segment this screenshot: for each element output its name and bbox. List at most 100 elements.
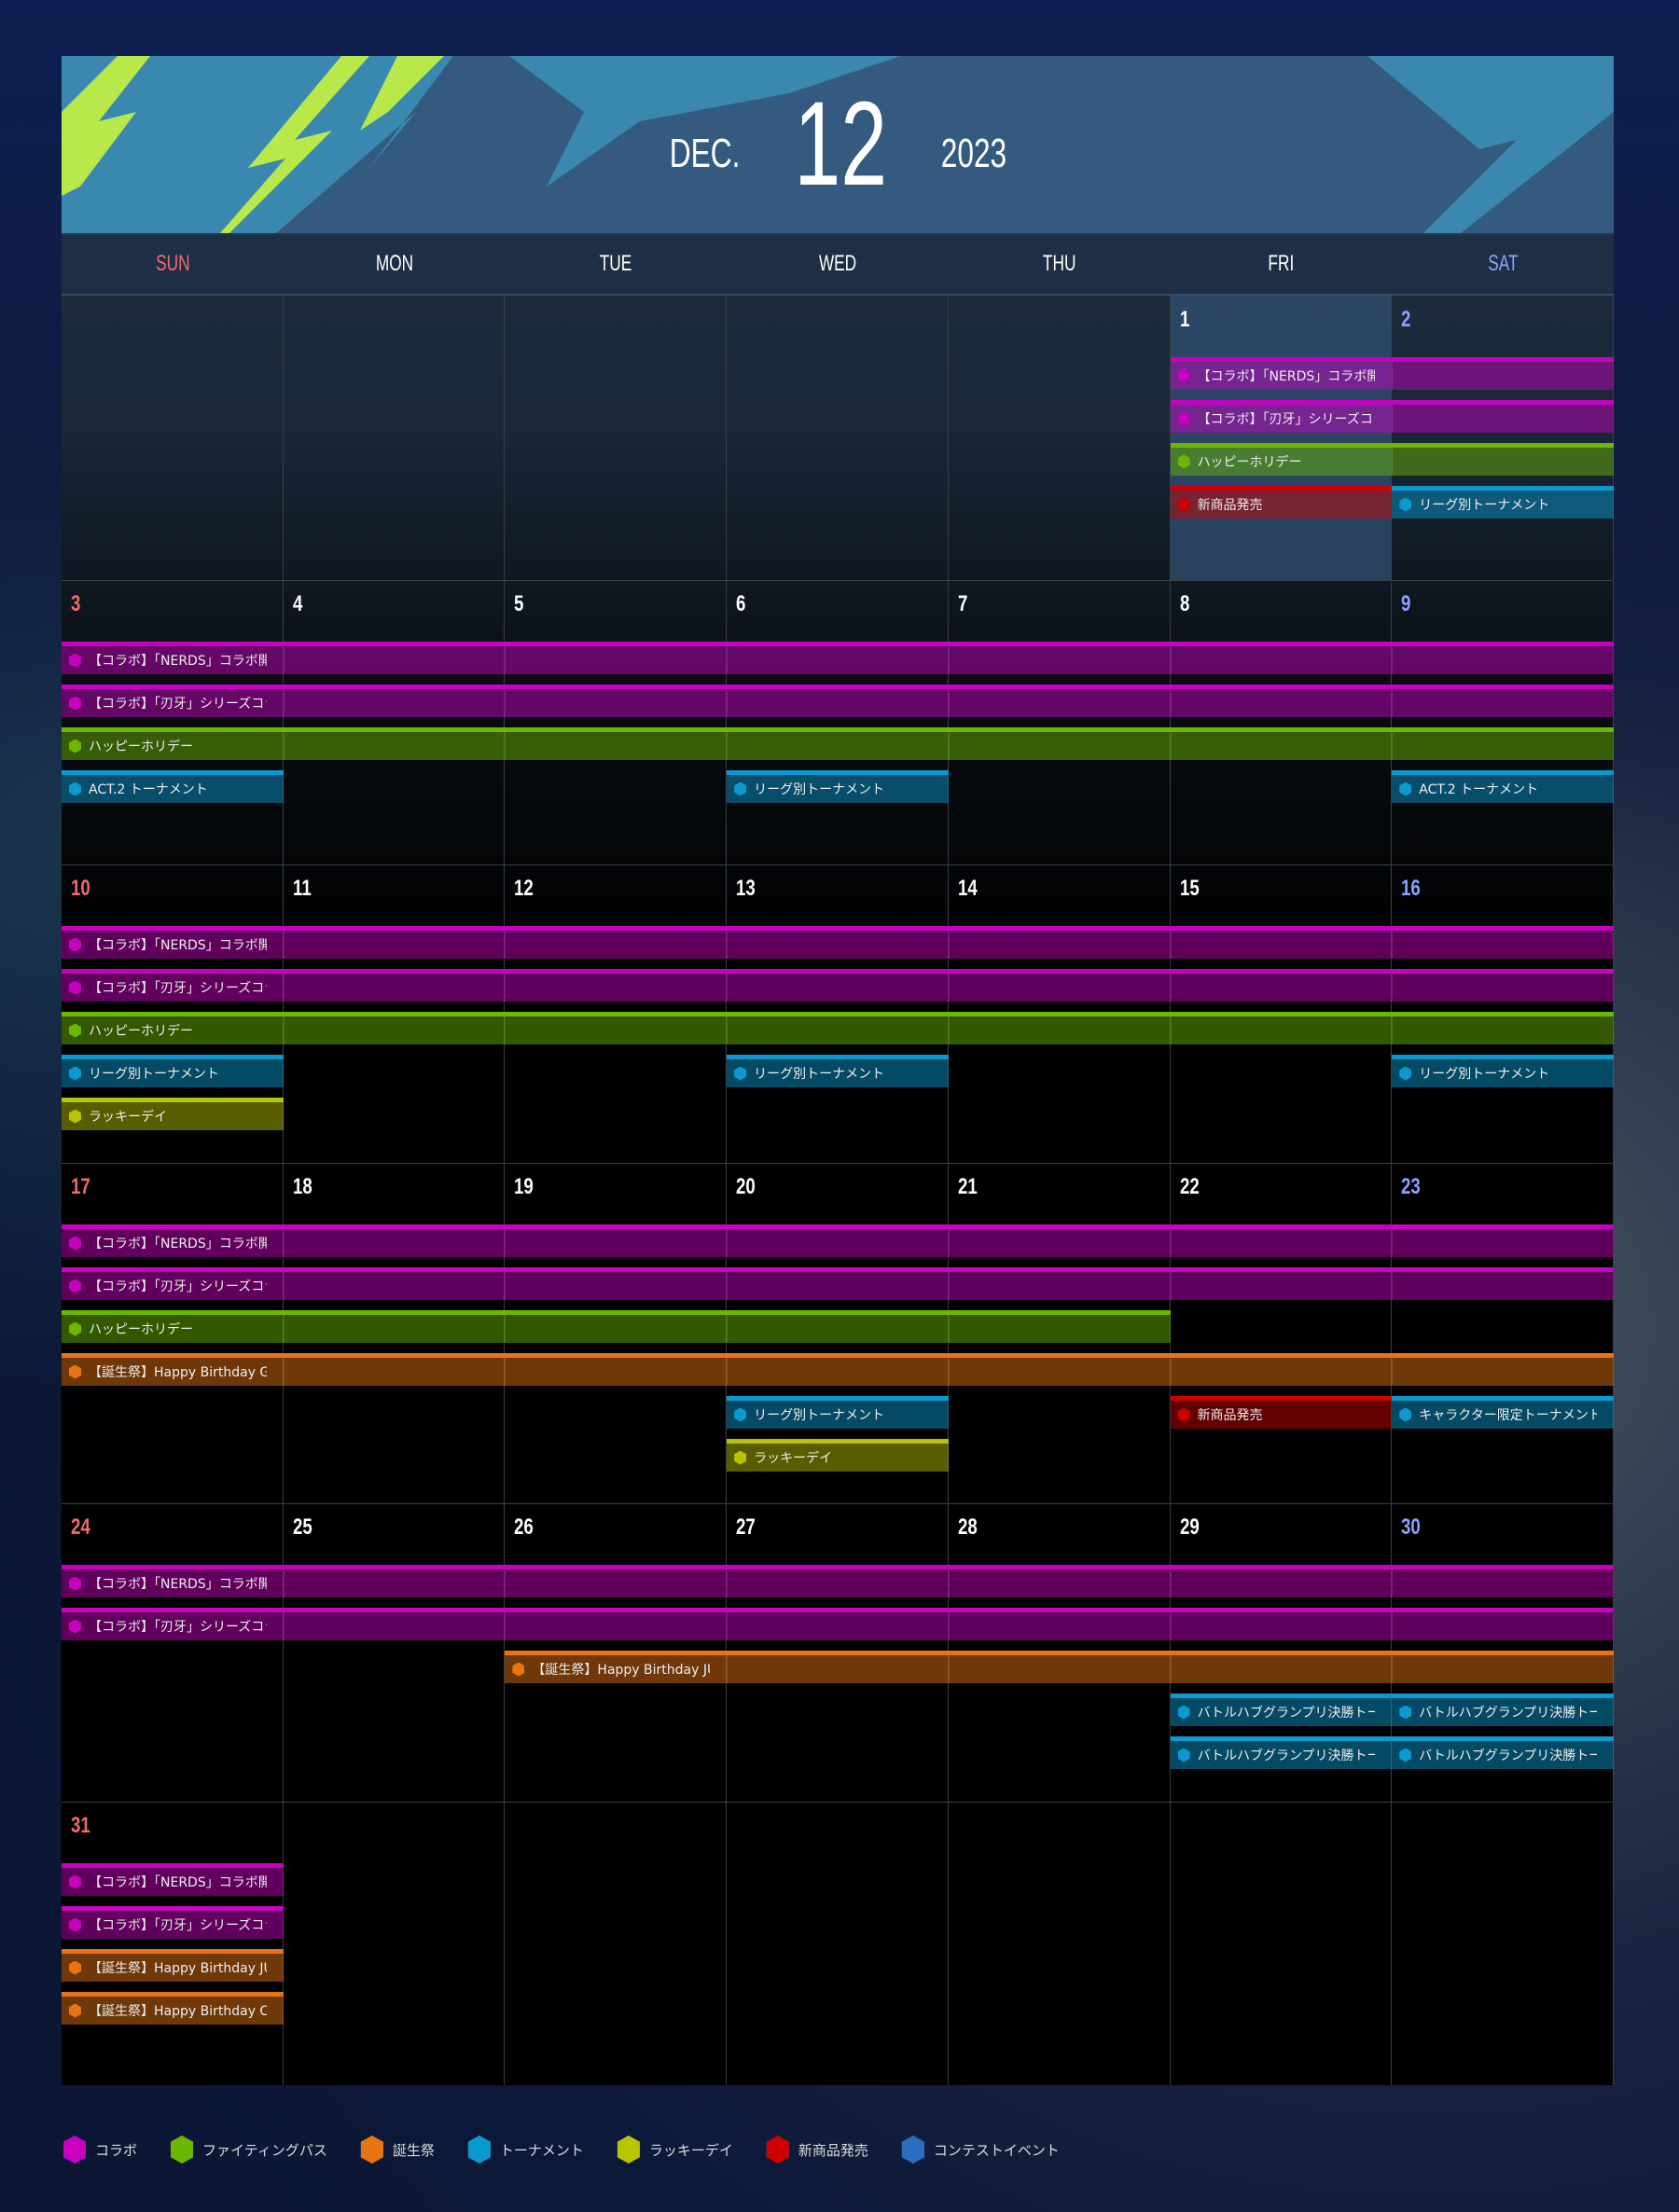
event-bar-collab[interactable]: 【コラボ】「NERDS」コラボ開 (62, 1224, 1614, 1257)
event-bar-product[interactable]: 新商品発売 (1170, 486, 1393, 518)
event-bar-tournament[interactable]: リーグ別トーナメント (727, 770, 949, 803)
hexagon-icon (69, 1279, 81, 1293)
cell-divider (1170, 646, 1172, 674)
event-bar-collab[interactable]: 【コラボ】「NERDS」コラボ開 (62, 926, 1614, 959)
hexagon-icon (69, 1321, 81, 1336)
event-label: キャラクター限定トーナメント (1392, 1401, 1597, 1429)
event-bar-birthday[interactable]: 【誕生祭】Happy Birthday JURI (62, 1949, 284, 1982)
cell-divider (1392, 974, 1394, 1002)
day-number: 30 (1401, 1514, 1422, 1540)
day-cell[interactable]: 1 (1170, 296, 1393, 580)
month-label: DEC. (670, 131, 741, 176)
event-title: 【コラボ】「刃牙」シリーズコラ (1197, 412, 1376, 427)
cell-divider (1170, 1229, 1172, 1257)
event-title: ACT.2 トーナメント (89, 782, 208, 797)
day-number: 31 (71, 1813, 90, 1838)
week-row: 31 【コラボ】「NERDS」コラボ開 【コラボ】「刃牙」シリーズコラ 【誕生祭】Ha… (62, 1802, 1614, 2085)
event-bar-tournament[interactable]: リーグ別トーナメント (1392, 486, 1614, 518)
cell-divider (1392, 732, 1394, 760)
event-bar-collab[interactable]: 【コラボ】「NERDS」コラボ開 (1170, 357, 1614, 390)
empty-cell (62, 296, 284, 580)
day-cell[interactable]: 7 (949, 580, 1171, 864)
day-cell[interactable]: 4 (284, 580, 506, 864)
event-bar-tournament[interactable]: ACT.2 トーナメント (1392, 770, 1614, 803)
day-cell[interactable]: 8 (1171, 580, 1393, 864)
event-bar-tournament[interactable]: ACT.2 トーナメント (62, 770, 284, 803)
day-number: 2 (1401, 307, 1411, 332)
event-bar-collab[interactable]: 【コラボ】「NERDS」コラボ開 (62, 1863, 284, 1896)
cell-divider (505, 974, 506, 1002)
event-bar-birthday[interactable]: 【誕生祭】Happy Birthday GUIL (62, 1353, 1614, 1386)
event-title: 新商品発売 (1197, 1408, 1263, 1423)
day-cell[interactable]: 2 (1392, 296, 1614, 580)
day-cell[interactable]: 23 (1392, 1163, 1614, 1503)
event-bar-fightpass[interactable]: ハッピーホリデー (62, 1310, 1171, 1343)
event-bar-tournament[interactable]: キャラクター限定トーナメント (1392, 1396, 1614, 1429)
event-bar-birthday[interactable]: 【誕生祭】Happy Birthday JURI (505, 1651, 1614, 1683)
cell-divider (1170, 1358, 1172, 1386)
year-label: 2023 (940, 131, 1006, 176)
event-label: リーグ別トーナメント (727, 1401, 932, 1429)
event-bar-tournament[interactable]: バトルハブグランプリ決勝トーナ (1392, 1736, 1614, 1769)
cell-divider (1170, 931, 1172, 959)
event-label: ハッピーホリデー (62, 1315, 267, 1343)
legend-label: 誕生祭 (392, 2141, 435, 2159)
day-cell[interactable]: 25 (284, 1503, 506, 1802)
event-bar-product[interactable]: 新商品発売 (1170, 1396, 1393, 1429)
hexagon-icon (734, 781, 747, 796)
event-bar-collab[interactable]: 【コラボ】「NERDS」コラボ開 (62, 642, 1614, 674)
event-bar-collab[interactable]: 【コラボ】「刃牙」シリーズコラ (62, 1267, 1614, 1300)
event-bar-birthday[interactable]: 【誕生祭】Happy Birthday CAM (62, 1992, 284, 2025)
event-bar-collab[interactable]: 【コラボ】「刃牙」シリーズコラ (1170, 400, 1614, 433)
hexagon-icon (1177, 454, 1190, 469)
event-bar-tournament[interactable]: リーグ別トーナメント (1392, 1055, 1614, 1087)
cell-divider (505, 646, 506, 674)
event-bar-fightpass[interactable]: ハッピーホリデー (1170, 443, 1614, 476)
event-bar-tournament[interactable]: リーグ別トーナメント (727, 1396, 949, 1429)
event-bar-tournament[interactable]: バトルハブグランプリ決勝トーナ (1170, 1694, 1393, 1726)
weekday-thu: THU (949, 233, 1171, 294)
day-number: 8 (1179, 591, 1189, 616)
cell-divider (727, 646, 728, 674)
day-cell[interactable]: 6 (727, 580, 949, 864)
legend-item-lucky: ラッキーデイ (617, 2136, 733, 2164)
day-cell[interactable]: 9 (1392, 580, 1614, 864)
hexagon-icon (69, 1109, 81, 1124)
event-bar-collab[interactable]: 【コラボ】「刃牙」シリーズコラ (62, 684, 1614, 717)
event-title: 【コラボ】「刃牙」シリーズコラ (89, 1279, 267, 1294)
day-cell[interactable]: 5 (505, 580, 728, 864)
event-title: ACT.2 トーナメント (1419, 782, 1539, 797)
event-bar-tournament[interactable]: バトルハブグランプリ決勝トーナ (1170, 1736, 1393, 1769)
weekday-header: SUN MON TUE WED THU FRI SAT (62, 233, 1614, 296)
legend-item-contest: コンテストイベント (901, 2136, 1060, 2164)
event-bar-fightpass[interactable]: ハッピーホリデー (62, 1012, 1614, 1044)
event-bar-fightpass[interactable]: ハッピーホリデー (62, 727, 1614, 760)
day-cell[interactable]: 22 (1171, 1163, 1393, 1503)
event-bar-tournament[interactable]: リーグ別トーナメント (62, 1055, 284, 1087)
day-number: 27 (736, 1514, 756, 1540)
event-bar-tournament[interactable]: バトルハブグランプリ決勝トーナ (1392, 1694, 1614, 1726)
event-bar-collab[interactable]: 【コラボ】「NERDS」コラボ開 (62, 1565, 1614, 1597)
event-bar-tournament[interactable]: リーグ別トーナメント (727, 1055, 949, 1087)
event-bar-collab[interactable]: 【コラボ】「刃牙」シリーズコラ (62, 1906, 284, 1939)
event-label: 【コラボ】「NERDS」コラボ開 (62, 1229, 267, 1257)
event-bar-lucky[interactable]: ラッキーデイ (62, 1098, 284, 1130)
empty-cell (284, 1802, 506, 2085)
event-bar-collab[interactable]: 【コラボ】「刃牙」シリーズコラ (62, 969, 1614, 1002)
empty-cell (727, 296, 949, 580)
cell-divider (1170, 732, 1172, 760)
cell-divider (727, 1612, 728, 1640)
event-label: 【コラボ】「刃牙」シリーズコラ (62, 974, 267, 1002)
hexagon-icon (1399, 497, 1412, 512)
day-number: 19 (514, 1174, 534, 1199)
day-cell[interactable]: 3 (62, 580, 284, 864)
event-bar-lucky[interactable]: ラッキーデイ (727, 1439, 949, 1472)
event-bar-collab[interactable]: 【コラボ】「刃牙」シリーズコラ (62, 1608, 1614, 1640)
cell-divider (1170, 1655, 1172, 1683)
day-number: 9 (1401, 591, 1411, 616)
cell-divider (1170, 1612, 1172, 1640)
day-cell[interactable]: 24 (62, 1503, 284, 1802)
event-title: ハッピーホリデー (89, 1322, 193, 1337)
hexagon-icon (63, 2136, 86, 2164)
day-cell[interactable]: 31 (62, 1802, 284, 2085)
